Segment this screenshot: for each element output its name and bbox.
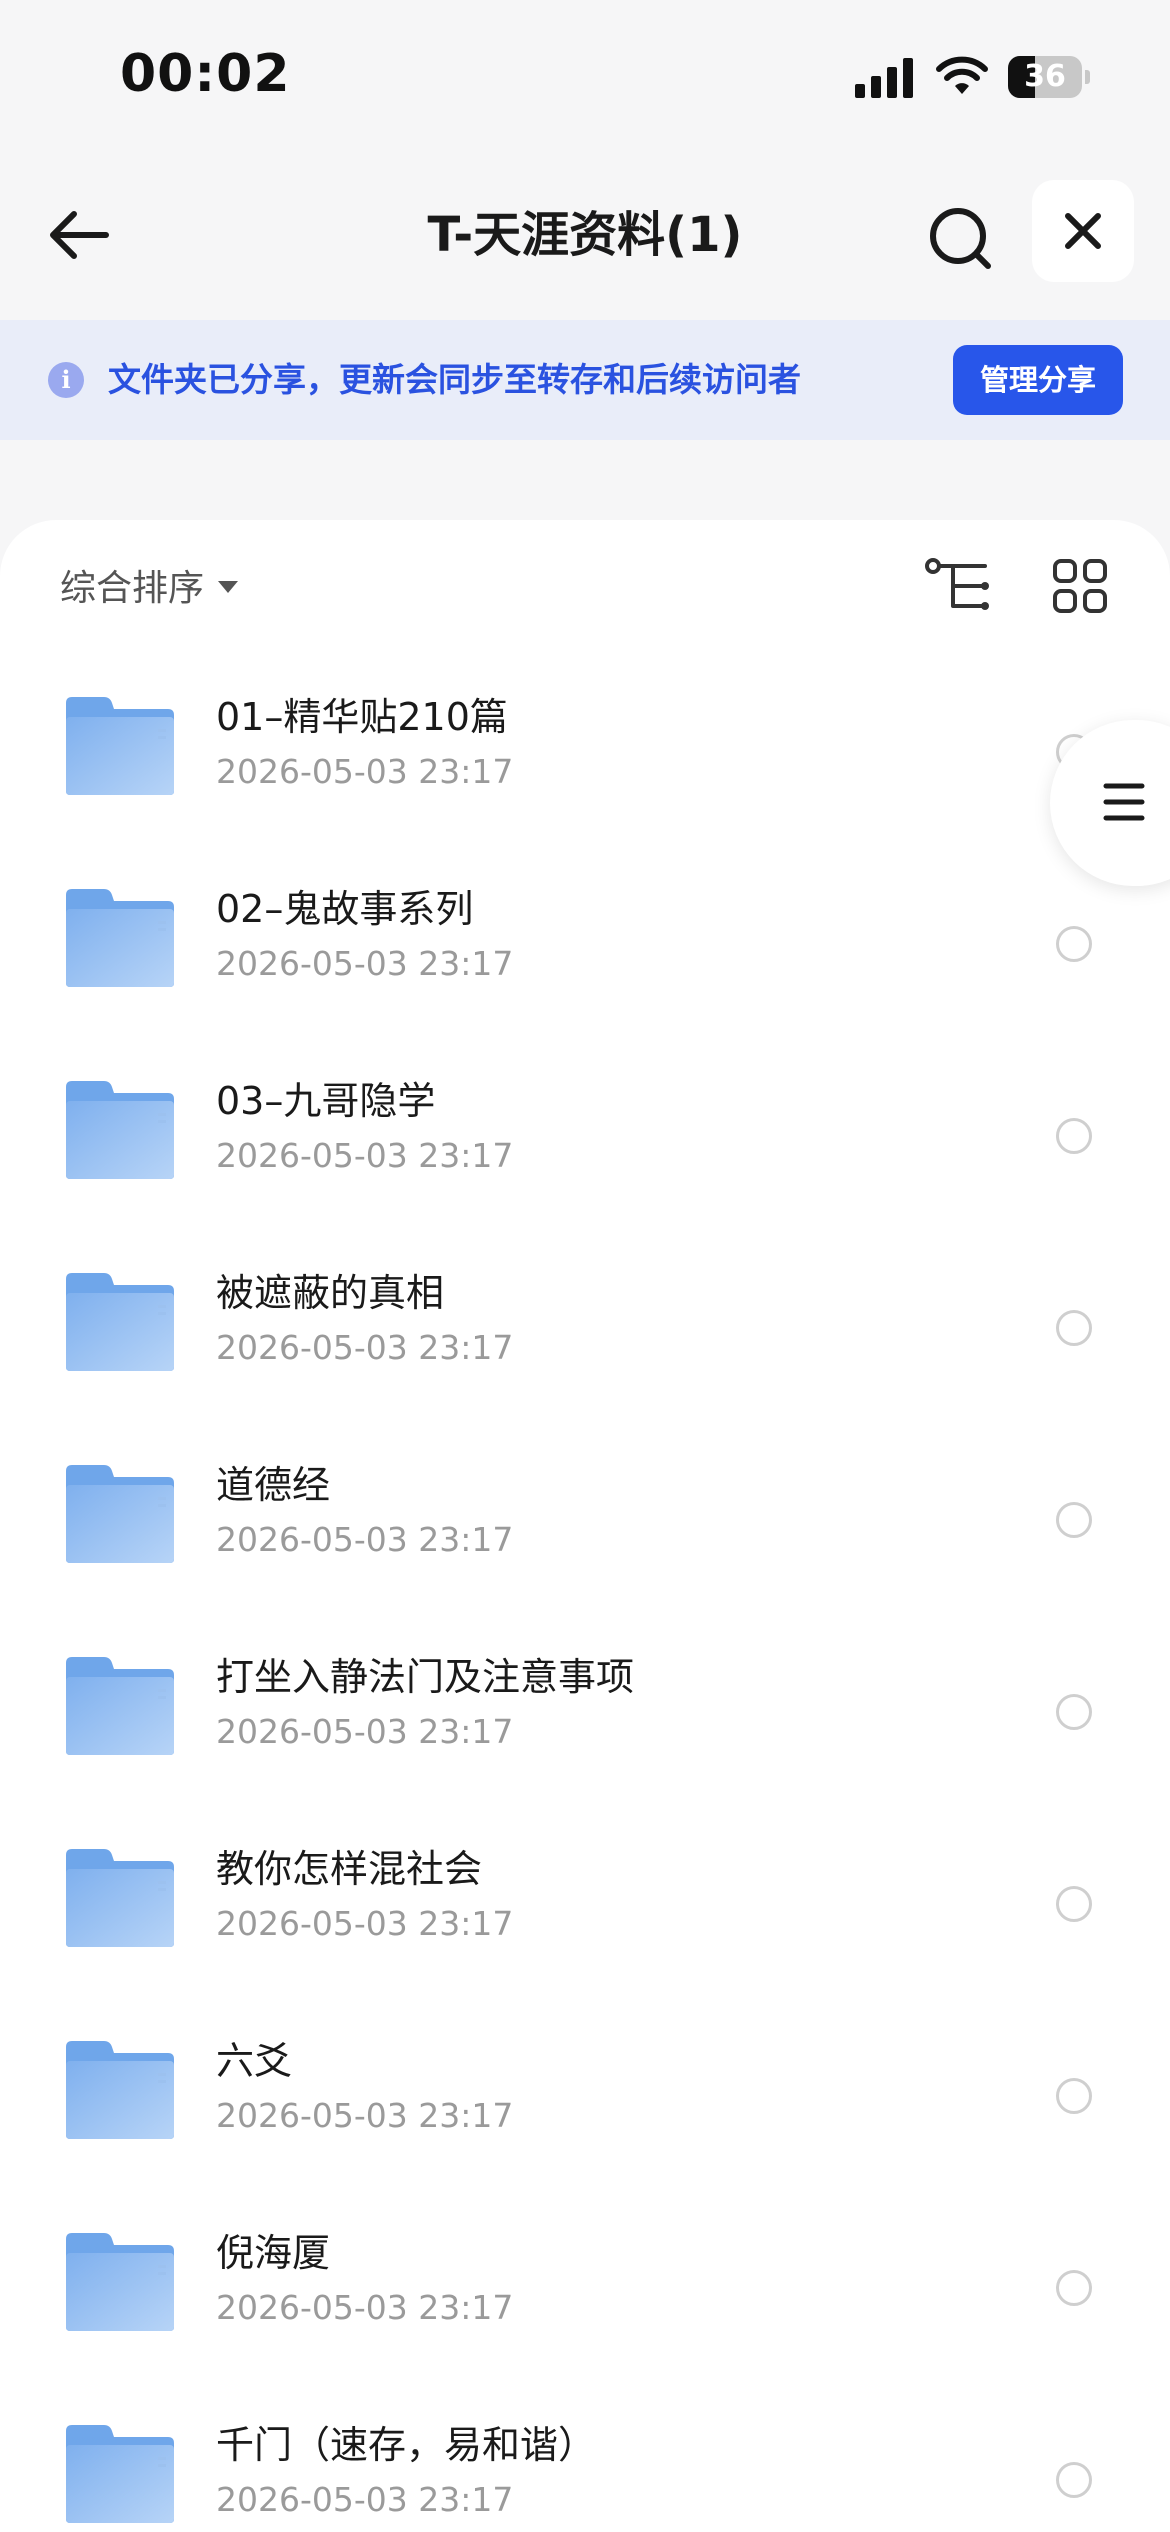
select-radio[interactable] (1056, 1694, 1092, 1730)
manage-share-button[interactable]: 管理分享 (953, 345, 1123, 415)
folder-icon (66, 1849, 174, 1947)
file-name: 03–九哥隐学 (216, 1079, 436, 1123)
folder-icon (66, 1657, 174, 1755)
folder-icon (66, 1273, 174, 1371)
select-radio[interactable] (1056, 2270, 1092, 2306)
select-radio[interactable] (1056, 926, 1092, 962)
select-radio[interactable] (1056, 2462, 1092, 2498)
search-button[interactable] (920, 198, 1000, 278)
file-date: 2026-05-03 23:17 (216, 1520, 514, 1559)
share-notice-text: 文件夹已分享，更新会同步至转存和后续访问者 (108, 360, 801, 399)
back-button[interactable] (40, 200, 120, 270)
folder-icon (66, 1465, 174, 1563)
file-date: 2026-05-03 23:17 (216, 1136, 514, 1175)
search-icon (930, 208, 991, 269)
sort-label: 综合排序 (60, 568, 205, 609)
screen: 00:02 36 T-天涯资料(1) i 文件夹已分享，更新会同步至转存和后续访… (0, 0, 1170, 2532)
nav-bar: T-天涯资料(1) (0, 160, 1170, 300)
folder-icon (66, 2041, 174, 2139)
grid-view-icon (1053, 559, 1107, 613)
file-name: 倪海厦 (216, 2231, 331, 2275)
select-radio[interactable] (1056, 1310, 1092, 1346)
grid-view-button[interactable] (1052, 558, 1108, 614)
battery-cap (1085, 70, 1090, 84)
battery-icon: 36 (1008, 56, 1090, 98)
file-row[interactable]: 03–九哥隐学 2026-05-03 23:17 (0, 1044, 1170, 1236)
select-radio[interactable] (1056, 1118, 1092, 1154)
folder-icon (66, 889, 174, 987)
file-name: 六爻 (216, 2039, 293, 2083)
file-row[interactable]: 六爻 2026-05-03 23:17 (0, 2004, 1170, 2196)
tree-view-button[interactable] (925, 558, 991, 614)
share-banner: i 文件夹已分享，更新会同步至转存和后续访问者 管理分享 (0, 320, 1170, 440)
file-name: 被遮蔽的真相 (216, 1271, 445, 1315)
file-name: 教你怎样混社会 (216, 1847, 483, 1891)
file-date: 2026-05-03 23:17 (216, 2096, 514, 2135)
select-radio[interactable] (1056, 1502, 1092, 1538)
list-toolbar: 综合排序 (0, 520, 1170, 650)
folder-icon (66, 2425, 174, 2523)
battery-body: 36 (1008, 56, 1082, 98)
arrow-left-icon (50, 211, 109, 259)
sort-dropdown[interactable]: 综合排序 (60, 560, 239, 610)
close-icon (1065, 213, 1101, 249)
file-row[interactable]: 打坐入静法门及注意事项 2026-05-03 23:17 (0, 1620, 1170, 1812)
wifi-icon (936, 56, 988, 94)
cellular-signal-icon (855, 58, 913, 98)
close-button[interactable] (1032, 180, 1134, 282)
file-list-card: 综合排序 01–精华贴210篇 2026-05-03 23:17 02–鬼故事系… (0, 520, 1170, 2532)
status-bar: 00:02 36 (0, 0, 1170, 150)
select-radio[interactable] (1056, 2078, 1092, 2114)
file-row[interactable]: 教你怎样混社会 2026-05-03 23:17 (0, 1812, 1170, 2004)
caret-down-icon (218, 581, 239, 593)
file-row[interactable]: 倪海厦 2026-05-03 23:17 (0, 2196, 1170, 2388)
file-row[interactable]: 被遮蔽的真相 2026-05-03 23:17 (0, 1236, 1170, 1428)
file-date: 2026-05-03 23:17 (216, 2480, 514, 2519)
file-name: 千门（速存，易和谐） (216, 2423, 597, 2467)
menu-icon (1103, 783, 1145, 821)
file-row[interactable]: 02–鬼故事系列 2026-05-03 23:17 (0, 852, 1170, 1044)
file-row[interactable]: 道德经 2026-05-03 23:17 (0, 1428, 1170, 1620)
status-time: 00:02 (120, 44, 291, 104)
file-name: 道德经 (216, 1463, 331, 1507)
file-row[interactable]: 01–精华贴210篇 2026-05-03 23:17 (0, 660, 1170, 852)
file-name: 打坐入静法门及注意事项 (216, 1655, 635, 1699)
file-date: 2026-05-03 23:17 (216, 1328, 514, 1367)
info-icon: i (48, 362, 84, 398)
select-radio[interactable] (1056, 1886, 1092, 1922)
file-name: 01–精华贴210篇 (216, 695, 508, 739)
folder-icon (66, 697, 174, 795)
file-date: 2026-05-03 23:17 (216, 944, 514, 983)
tree-view-icon (925, 558, 989, 610)
file-date: 2026-05-03 23:17 (216, 2288, 514, 2327)
battery-level: 36 (1024, 59, 1066, 94)
folder-icon (66, 2233, 174, 2331)
file-date: 2026-05-03 23:17 (216, 1904, 514, 1943)
file-name: 02–鬼故事系列 (216, 887, 474, 931)
file-date: 2026-05-03 23:17 (216, 1712, 514, 1751)
folder-icon (66, 1081, 174, 1179)
file-date: 2026-05-03 23:17 (216, 752, 514, 791)
file-row[interactable]: 千门（速存，易和谐） 2026-05-03 23:17 (0, 2388, 1170, 2532)
